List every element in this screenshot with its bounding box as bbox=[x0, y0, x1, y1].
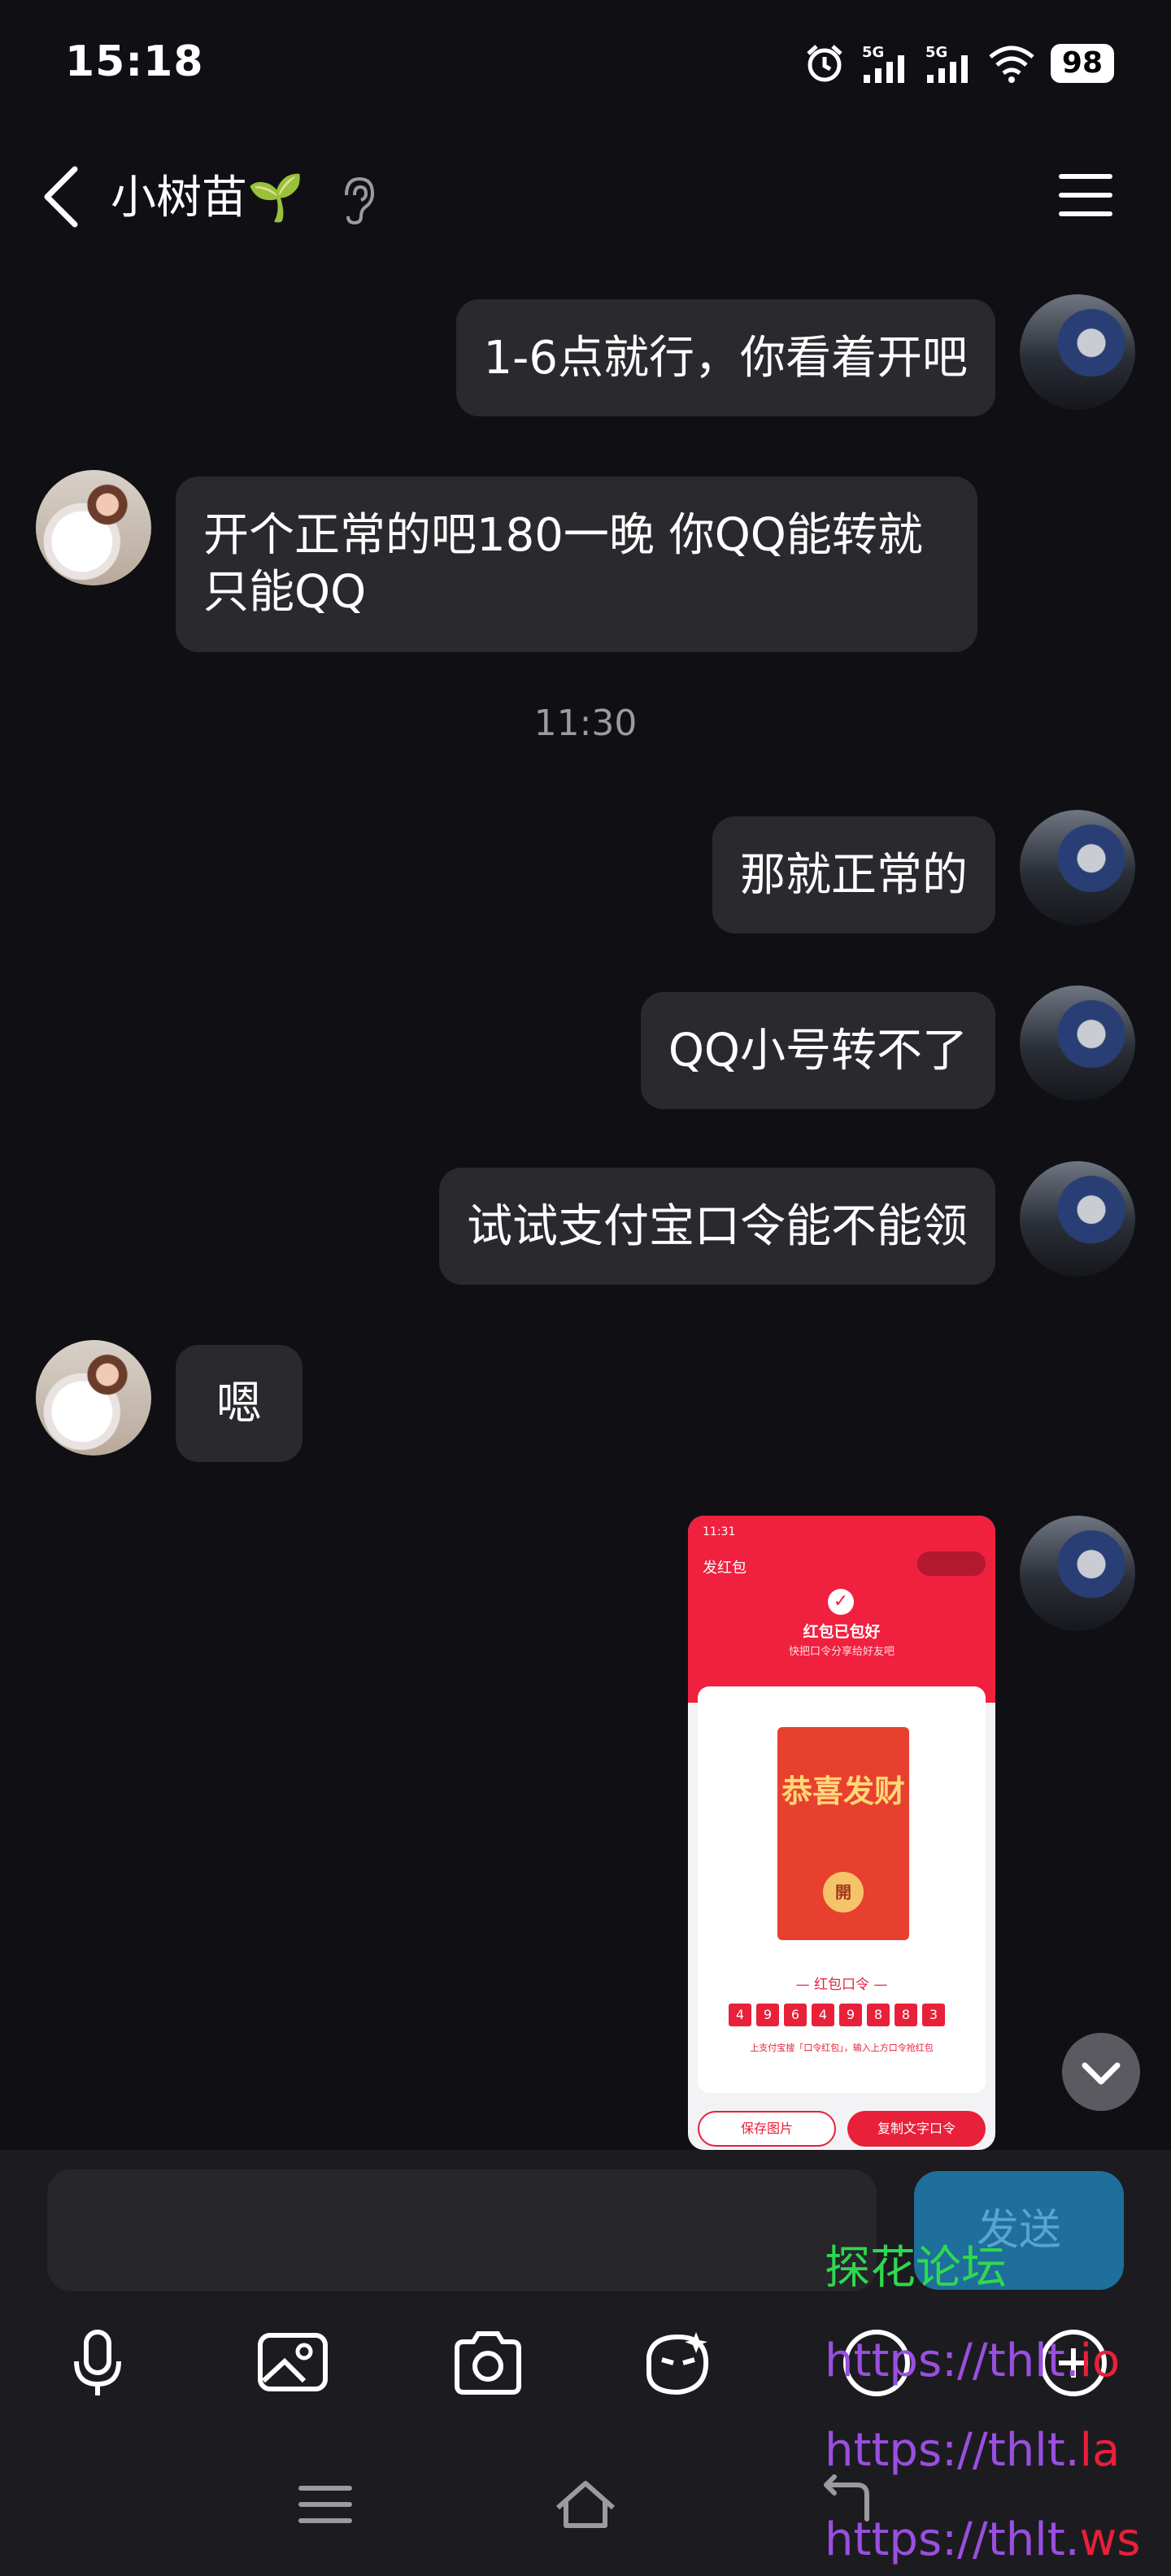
shot-time: 11:31 bbox=[703, 1525, 736, 1538]
save-image-button: 保存图片 bbox=[698, 2111, 836, 2147]
envelope-open-button: 開 bbox=[823, 1872, 864, 1912]
menu-icon[interactable] bbox=[1057, 171, 1114, 220]
status-icons: 5G 5G 98 bbox=[803, 39, 1114, 88]
code-hint: 上支付宝搜「口令红包」，输入上方口令抢红包 bbox=[750, 2043, 934, 2053]
svg-text:5G: 5G bbox=[862, 44, 884, 61]
avatar[interactable] bbox=[1020, 1516, 1135, 1631]
message-input[interactable] bbox=[47, 2169, 877, 2291]
message-bubble[interactable]: QQ小号转不了 bbox=[640, 992, 995, 1109]
avatar[interactable] bbox=[1020, 1161, 1135, 1277]
watermark-url-prefix: https://thlt. bbox=[825, 2334, 1080, 2387]
status-time: 15:18 bbox=[65, 37, 204, 86]
signal-icon: 5G bbox=[862, 44, 904, 83]
avatar[interactable] bbox=[36, 1340, 151, 1456]
shot-panel: 恭喜发财 開 — 红包口令 — 4 9 6 4 9 8 8 3 上支付宝搜「口令… bbox=[698, 1686, 986, 2093]
sticker-icon[interactable] bbox=[639, 2324, 717, 2402]
watermark-url-suffix: la bbox=[1079, 2424, 1121, 2477]
svg-text:5G: 5G bbox=[925, 44, 947, 61]
message-bubble[interactable]: 那就正常的 bbox=[712, 816, 995, 933]
code-digits: 4 9 6 4 9 8 8 3 bbox=[729, 2004, 945, 2026]
shot-capsule bbox=[917, 1551, 986, 1576]
code-label: — 红包口令 — bbox=[795, 1977, 888, 1993]
alarm-icon bbox=[807, 45, 842, 82]
envelope-text: 恭喜发财 bbox=[781, 1773, 905, 1809]
wifi-icon bbox=[989, 46, 1034, 83]
avatar[interactable] bbox=[1020, 810, 1135, 925]
avatar[interactable] bbox=[1020, 986, 1135, 1101]
signal-icon-2: 5G bbox=[925, 44, 968, 83]
image-icon[interactable] bbox=[254, 2324, 332, 2402]
scroll-down-button[interactable] bbox=[1062, 2033, 1140, 2111]
watermark-url-suffix: ws bbox=[1079, 2513, 1141, 2566]
watermark-url: https://thlt.io bbox=[825, 2335, 1120, 2387]
watermark-url-prefix: https://thlt. bbox=[825, 2424, 1080, 2477]
home-icon[interactable] bbox=[553, 2472, 618, 2537]
menu-icon[interactable] bbox=[293, 2472, 358, 2537]
code-digit: 3 bbox=[922, 2004, 945, 2026]
camera-icon[interactable] bbox=[449, 2324, 527, 2402]
code-digit: 9 bbox=[839, 2004, 862, 2026]
code-digit: 9 bbox=[756, 2004, 779, 2026]
watermark-url: https://thlt.la bbox=[825, 2425, 1120, 2477]
timestamp: 11:30 bbox=[533, 703, 638, 744]
back-icon[interactable] bbox=[810, 2472, 875, 2537]
message-bubble[interactable]: 开个正常的吧180一晚 你QQ能转就只能QQ bbox=[176, 476, 977, 652]
check-icon: ✓ bbox=[828, 1589, 854, 1615]
code-digit: 8 bbox=[895, 2004, 917, 2026]
battery-indicator: 98 bbox=[1050, 44, 1114, 83]
message-bubble[interactable]: 1-6点就行，你看着开吧 bbox=[455, 299, 995, 416]
chat-title: 小树苗🌱 bbox=[111, 172, 304, 224]
microphone-icon[interactable] bbox=[59, 2324, 137, 2402]
copy-code-button: 复制文字口令 bbox=[847, 2111, 986, 2147]
code-digit: 4 bbox=[729, 2004, 751, 2026]
code-digit: 8 bbox=[867, 2004, 890, 2026]
code-digit: 6 bbox=[784, 2004, 807, 2026]
avatar[interactable] bbox=[1020, 294, 1135, 410]
code-digit: 4 bbox=[812, 2004, 834, 2026]
watermark-url-suffix: io bbox=[1079, 2334, 1121, 2387]
message-bubble[interactable]: 嗯 bbox=[176, 1345, 303, 1462]
ear-icon[interactable] bbox=[338, 174, 377, 226]
shot-back-label: 发红包 bbox=[703, 1560, 747, 1577]
image-message[interactable]: 11:31 发红包 ✓ 红包已包好 快把口令分享给好友吧 恭喜发财 開 — 红包… bbox=[688, 1516, 995, 2150]
shot-header: 11:31 发红包 ✓ 红包已包好 快把口令分享给好友吧 bbox=[688, 1516, 995, 1703]
avatar[interactable] bbox=[36, 470, 151, 585]
back-arrow-icon[interactable] bbox=[39, 163, 88, 231]
message-bubble[interactable]: 试试支付宝口令能不能领 bbox=[439, 1168, 995, 1285]
shot-subtitle: 快把口令分享给好友吧 bbox=[788, 1646, 895, 1658]
red-envelope: 恭喜发财 開 bbox=[777, 1727, 909, 1940]
shot-title: 红包已包好 bbox=[803, 1623, 881, 1641]
chevron-down-icon bbox=[1082, 2062, 1121, 2085]
watermark-text: 探花论坛 bbox=[825, 2242, 1007, 2295]
